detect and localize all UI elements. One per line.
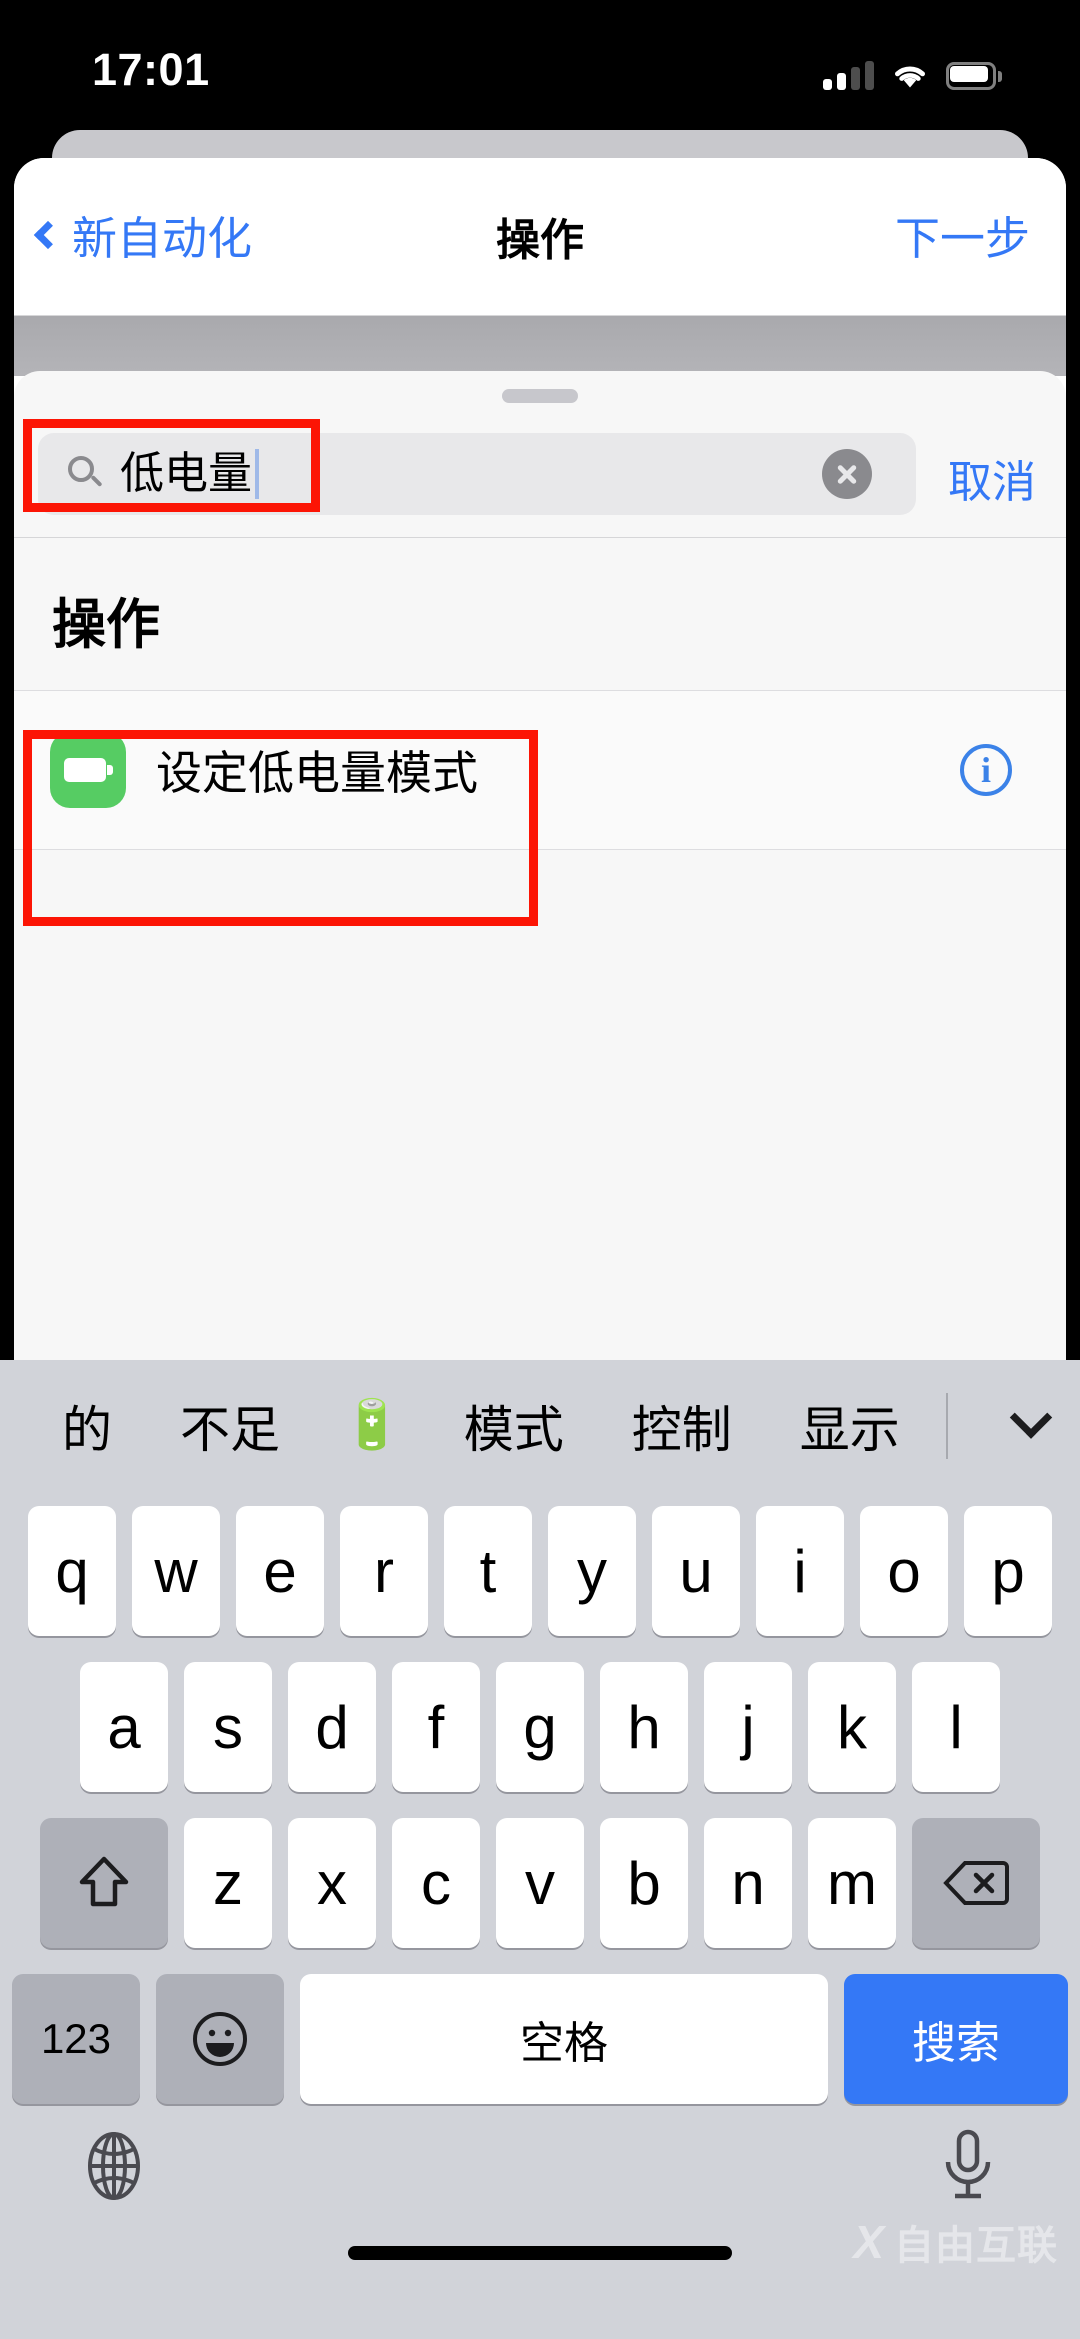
shift-key[interactable] (40, 1818, 168, 1948)
key-s[interactable]: s (184, 1662, 272, 1792)
key-m[interactable]: m (808, 1818, 896, 1948)
key-h[interactable]: h (600, 1662, 688, 1792)
key-z[interactable]: z (184, 1818, 272, 1948)
text-cursor (255, 449, 259, 499)
globe-icon (88, 2132, 140, 2200)
key-v[interactable]: v (496, 1818, 584, 1948)
key-i[interactable]: i (756, 1506, 844, 1636)
search-icon (68, 456, 104, 492)
chevron-down-icon (1009, 1396, 1053, 1439)
home-indicator[interactable] (348, 2246, 732, 2260)
battery-app-icon (50, 732, 126, 808)
microphone-icon (945, 2129, 991, 2199)
keyboard-row-4: 123 空格 搜索 (0, 1974, 1080, 2104)
key-p[interactable]: p (964, 1506, 1052, 1636)
suggestion-item[interactable]: 显示 (766, 1390, 934, 1462)
backspace-icon (943, 1861, 1009, 1905)
keyboard-bottom-bar (0, 2114, 1080, 2284)
collapse-suggestions-button[interactable] (982, 1396, 1080, 1441)
key-t[interactable]: t (444, 1506, 532, 1636)
status-bar: 17:01 (0, 0, 1080, 118)
result-row-low-power-mode[interactable]: 设定低电量模式 i (14, 690, 1066, 850)
key-n[interactable]: n (704, 1818, 792, 1948)
navigation-bar: 新自动化 操作 下一步 (14, 158, 1066, 316)
search-input-value: 低电量 (120, 449, 252, 498)
phone-screen: 17:01 新自动化 操作 下一步 低电量 取消 操作 设定低电量模式 i 的 … (0, 0, 1080, 2339)
keyboard-row-3: z x c v b n m (0, 1818, 1080, 1948)
close-icon (835, 462, 859, 486)
emoji-key[interactable] (156, 1974, 284, 2104)
battery-icon (946, 62, 1002, 90)
key-c[interactable]: c (392, 1818, 480, 1948)
key-u[interactable]: u (652, 1506, 740, 1636)
suggestion-items: 的 不足 🔋 模式 控制 显示 (0, 1390, 946, 1462)
keyboard: 的 不足 🔋 模式 控制 显示 q w e r t y u i o p a s … (0, 1360, 1080, 2339)
shift-icon (79, 1856, 129, 1907)
suggestion-item[interactable]: 的 (28, 1390, 146, 1462)
key-l[interactable]: l (912, 1662, 1000, 1792)
keyboard-row-2: a s d f g h j k l (0, 1662, 1080, 1792)
cellular-signal-icon (823, 60, 874, 90)
key-j[interactable]: j (704, 1662, 792, 1792)
key-x[interactable]: x (288, 1818, 376, 1948)
key-d[interactable]: d (288, 1662, 376, 1792)
suggestion-item[interactable]: 不足 (146, 1390, 314, 1462)
next-button[interactable]: 下一步 (895, 202, 1030, 267)
key-y[interactable]: y (548, 1506, 636, 1636)
emoji-icon (193, 2012, 247, 2066)
suggestion-item-emoji[interactable]: 🔋 (314, 1402, 430, 1450)
suggestion-bar: 的 不足 🔋 模式 控制 显示 (0, 1360, 1080, 1492)
clear-search-button[interactable] (822, 449, 872, 499)
key-a[interactable]: a (80, 1662, 168, 1792)
globe-key[interactable] (78, 2130, 150, 2202)
info-button[interactable]: i (960, 744, 1012, 796)
keyboard-row-1: q w e r t y u i o p (0, 1506, 1080, 1636)
space-key[interactable]: 空格 (300, 1974, 828, 2104)
divider (946, 1393, 948, 1459)
search-input[interactable]: 低电量 (38, 433, 916, 515)
dimming-overlay (14, 316, 1066, 376)
search-return-key[interactable]: 搜索 (844, 1974, 1068, 2104)
key-f[interactable]: f (392, 1662, 480, 1792)
key-e[interactable]: e (236, 1506, 324, 1636)
key-b[interactable]: b (600, 1818, 688, 1948)
sheet-grabber-handle[interactable] (502, 389, 578, 403)
dictation-key[interactable] (938, 2128, 998, 2204)
suggestion-item[interactable]: 控制 (598, 1390, 766, 1462)
key-g[interactable]: g (496, 1662, 584, 1792)
search-bar-row: 低电量 取消 (14, 423, 1066, 533)
cancel-button[interactable]: 取消 (948, 446, 1036, 510)
status-bar-time: 17:01 (92, 44, 210, 95)
backspace-key[interactable] (912, 1818, 1040, 1948)
key-w[interactable]: w (132, 1506, 220, 1636)
numbers-key[interactable]: 123 (12, 1974, 140, 2104)
key-q[interactable]: q (28, 1506, 116, 1636)
section-header-actions: 操作 (52, 595, 160, 655)
suggestion-item[interactable]: 模式 (430, 1390, 598, 1462)
key-k[interactable]: k (808, 1662, 896, 1792)
result-row-label: 设定低电量模式 (156, 747, 478, 799)
status-bar-icons (823, 50, 1002, 90)
key-r[interactable]: r (340, 1506, 428, 1636)
key-o[interactable]: o (860, 1506, 948, 1636)
wifi-icon (895, 66, 925, 88)
